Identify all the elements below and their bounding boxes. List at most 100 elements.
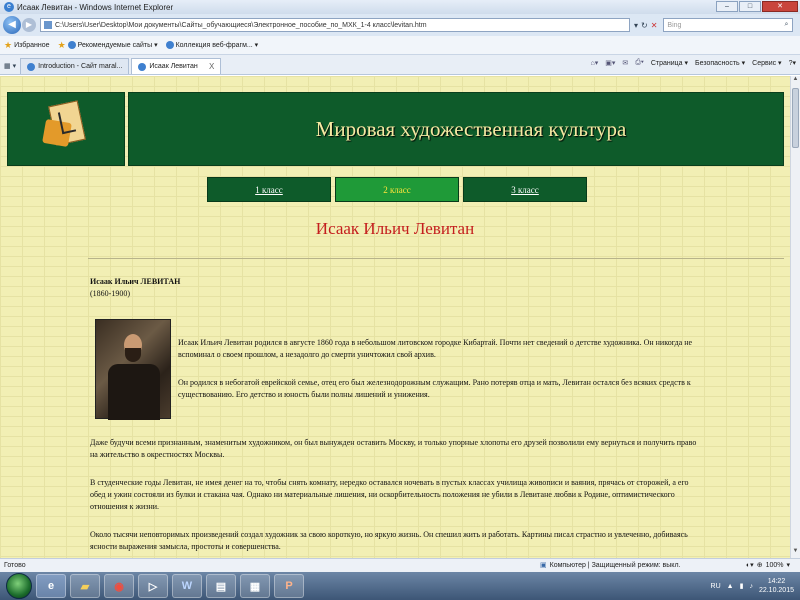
portrait-body [108,364,160,420]
help-menu[interactable]: ?▾ [789,59,796,67]
feeds-icon[interactable]: ▣▾ [605,59,615,67]
safety-menu[interactable]: Безопасность ▾ [695,59,745,67]
system-tray: RU ▲ ▮ ♪ 14:22 22.10.2015 [711,572,794,600]
scroll-down-icon[interactable]: ▼ [791,548,800,558]
clock[interactable]: 14:22 22.10.2015 [759,577,794,595]
vertical-scrollbar[interactable]: ▲ ▼ [790,76,800,558]
add-favorite-icon: ★ [57,39,66,50]
clock-time: 14:22 [767,578,786,585]
site-logo [7,92,125,166]
artist-portrait [95,319,171,420]
protected-mode-icon: ◐▾ [745,562,754,569]
tab-list-icon[interactable]: ▾ [13,62,17,70]
ie-page-icon [27,62,36,71]
url-actions: ▾ ↻ ✕ [634,21,657,30]
nav-grade-2[interactable]: 2 класс [335,177,459,202]
suggested-sites-label: Рекомендуемые сайты ▾ [77,42,158,49]
page-icon [44,21,52,29]
zoom-control[interactable]: ◐▾ ⊕ 100% ▾ [745,561,790,570]
close-button[interactable]: ✕ [762,1,798,12]
paragraph-4: В студенческие годы Левитан, не имея ден… [90,478,689,511]
url-field[interactable]: C:\Users\User\Desktop\Мои документы\Сайт… [40,18,630,32]
nav-grade-1[interactable]: 1 класс [207,177,331,202]
windows-taskbar: e ▰ ◉ ▷ W ▤ ▦ P RU ▲ ▮ ♪ 14:22 22.10.201… [0,572,800,600]
tab-title: Исаак Левитан [138,62,198,71]
home-icon[interactable]: ⌂▾ [591,59,599,67]
page-title: Исаак Ильич Левитан [315,219,475,238]
page-viewport: Мировая художественная культура 1 класс … [0,76,790,558]
search-input[interactable]: Bing ⌕ [663,18,794,32]
portrait-beard [125,348,141,362]
page-menu[interactable]: Страница ▾ [651,59,688,67]
taskbar-powerpoint-icon[interactable]: P [274,574,304,598]
chevron-down-icon: ▾ [786,562,790,569]
site-header: Мировая художественная культура [128,92,784,166]
web-slice-gallery-label: Коллекция веб-фрагм... ▾ [175,42,259,49]
favorites-button[interactable]: ★ Избранное [4,40,50,51]
taskbar-word-icon[interactable]: W [172,574,202,598]
web-slice-gallery-button[interactable]: Коллекция веб-фрагм... ▾ [165,41,259,49]
status-bar: Готово ▣ Компьютер | Защищенный режим: в… [0,558,800,572]
taskbar-paint-icon[interactable]: ▤ [206,574,236,598]
paragraph-5: Около тысячи неповторимых произведений с… [90,530,688,551]
paragraph-2: Он родился в небогатой еврейской семье, … [178,378,691,399]
taskbar-chrome-icon[interactable]: ◉ [104,574,134,598]
forward-button[interactable]: ▶ [22,18,36,32]
close-tab-icon[interactable]: X [209,62,214,71]
ie-page-icon [67,41,76,49]
language-indicator[interactable]: RU [711,583,721,590]
favorites-label: Избранное [14,41,50,49]
class-navigation: 1 класс 2 класс 3 класс [207,177,587,202]
dropdown-icon[interactable]: ▾ [634,21,638,30]
window-titlebar: e Исаак Левитан - Windows Internet Explo… [0,0,800,14]
quick-tabs-icon[interactable]: ▦ [4,62,11,70]
taskbar-explorer-icon[interactable]: ▰ [70,574,100,598]
network-icon[interactable]: ▮ [740,582,744,590]
computer-icon: ▣ [540,562,547,569]
url-text: C:\Users\User\Desktop\Мои документы\Сайт… [55,21,427,29]
ie-page-icon [138,62,147,71]
print-icon[interactable]: ⎙▾ [635,59,644,67]
scroll-up-icon[interactable]: ▲ [791,76,800,86]
paragraph-3: Даже будучи всеми признанным, знаменитым… [90,438,697,459]
tab-introduction[interactable]: Introduction - Сайт maral... [20,58,130,74]
clock-date: 22.10.2015 [758,587,794,594]
refresh-icon[interactable]: ↻ [641,21,648,30]
suggested-sites-button[interactable]: ★ Рекомендуемые сайты ▾ [58,40,158,51]
tab-levitan[interactable]: Исаак Левитан X [131,58,222,74]
zoom-icon: ⊕ [756,562,763,569]
ie-page-icon [165,41,174,49]
maximize-button[interactable]: □ [739,1,761,12]
tab-label: Исаак Левитан [149,63,198,70]
divider [88,258,784,259]
search-placeholder: Bing [667,21,682,29]
address-bar: ◀ ▶ C:\Users\User\Desktop\Мои документы\… [0,14,800,36]
window-controls: – □ ✕ [716,1,798,12]
paragraph-1: Исаак Ильич Левитан родился в августе 18… [178,338,693,359]
artist-name: Исаак Ильич ЛЕВИТАН [90,277,181,286]
tray-arrow-icon[interactable]: ▲ [727,583,734,590]
mail-icon[interactable]: ✉ [622,59,628,67]
taskbar-ie-icon[interactable]: e [36,574,66,598]
window-title: Исаак Левитан - Windows Internet Explore… [17,2,174,12]
internet-explorer-icon: e [4,2,14,12]
tools-menu[interactable]: Сервис ▾ [752,59,781,67]
volume-icon[interactable]: ♪ [749,583,753,590]
search-icon[interactable]: ⌕ [780,21,792,29]
scroll-thumb[interactable] [792,88,799,148]
stop-icon[interactable]: ✕ [651,21,658,30]
star-icon: ★ [4,39,13,50]
security-zone-text: Компьютер | Защищенный режим: выкл. [549,561,681,569]
back-button[interactable]: ◀ [3,16,21,34]
taskbar-calc-icon[interactable]: ▦ [240,574,270,598]
site-title: Мировая художественная культура [315,116,627,141]
zoom-level: 100% [765,561,784,569]
tab-tools: ▦ ▾ [4,58,16,74]
taskbar-media-icon[interactable]: ▷ [138,574,168,598]
minimize-button[interactable]: – [716,1,738,12]
nav-grade-3[interactable]: 3 класс [463,177,587,202]
security-zone: ▣ Компьютер | Защищенный режим: выкл. [540,561,681,570]
favorites-bar: ★ Избранное ★ Рекомендуемые сайты ▾ Колл… [0,36,800,55]
start-button[interactable] [6,573,32,599]
status-text: Готово [4,562,26,569]
